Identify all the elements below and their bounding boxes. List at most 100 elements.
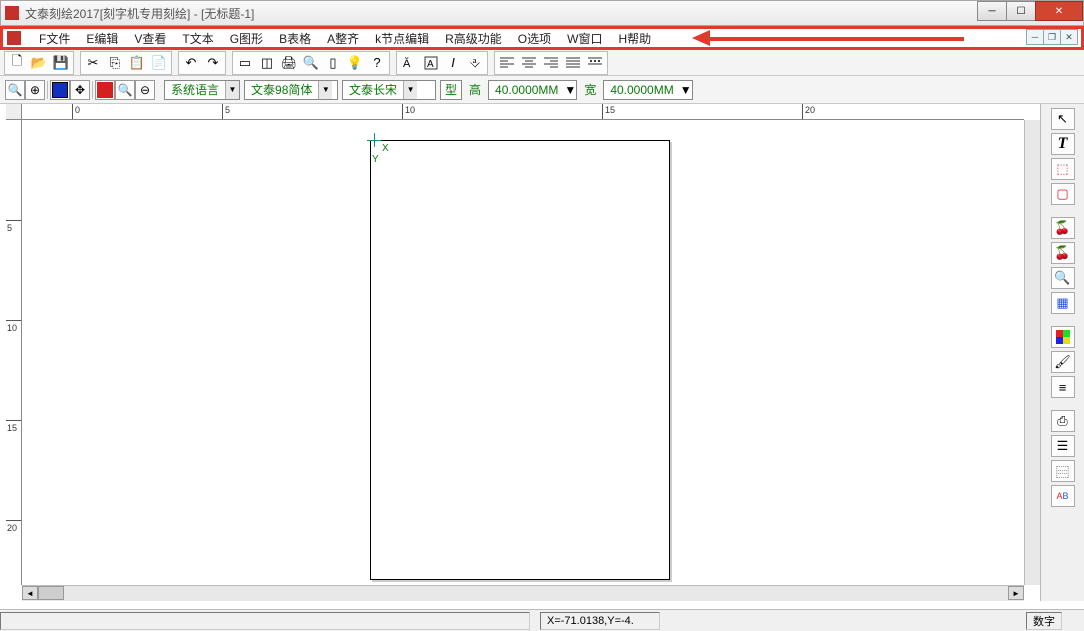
save-button[interactable]: 💾 — [50, 53, 72, 73]
misc1-tool[interactable]: ⎙ — [1051, 410, 1075, 432]
shape-tool[interactable]: ⬚ — [1051, 158, 1075, 180]
svg-text:A: A — [427, 59, 434, 70]
ab-tool[interactable]: AB — [1051, 485, 1075, 507]
tool-a-button[interactable]: ▭ — [234, 53, 256, 73]
height-label: 高 — [466, 81, 484, 98]
align-right-button[interactable] — [540, 53, 562, 73]
menu-align[interactable]: A整齐 — [319, 28, 367, 49]
zoom-fit-button[interactable]: 🔍 — [5, 80, 25, 100]
cut-button[interactable]: ✂ — [82, 53, 104, 73]
tool-c-button[interactable]: ▯ — [322, 53, 344, 73]
ruler-horizontal[interactable]: 0 5 10 15 20 — [22, 104, 1024, 120]
menu-advanced[interactable]: R高级功能 — [437, 28, 510, 49]
menu-file[interactable]: F文件 — [31, 28, 78, 49]
svg-text:Ă: Ă — [403, 57, 411, 70]
language-combo[interactable]: 系统语言 ▼ — [164, 80, 240, 100]
pointer-tool[interactable]: ↖ — [1051, 108, 1075, 130]
italic-button[interactable]: I — [442, 53, 464, 73]
grid-tool[interactable]: ▦ — [1051, 292, 1075, 314]
menu-help[interactable]: H帮助 — [610, 28, 659, 49]
height-input[interactable]: 40.0000MM ▼ — [488, 80, 577, 100]
zoom-actual-button[interactable]: 🔍 — [115, 80, 135, 100]
cherry-tool[interactable]: 🍒 — [1051, 217, 1075, 239]
width-label: 宽 — [581, 81, 599, 98]
text-tool[interactable]: T — [1051, 133, 1075, 155]
menu-graphics[interactable]: G图形 — [222, 28, 271, 49]
find-tool[interactable]: 🔍 — [1051, 267, 1075, 289]
lines-tool[interactable]: ≡ — [1051, 376, 1075, 398]
maximize-button[interactable]: ☐ — [1006, 1, 1036, 21]
misc3-tool[interactable]: ⿳ — [1051, 460, 1075, 482]
copy-button[interactable]: ⎘ — [104, 53, 126, 73]
workspace: 0 5 10 15 20 5 10 15 20 X Y ◄ ► — [0, 104, 1040, 601]
origin-marker-v — [374, 133, 375, 147]
lightbulb-button[interactable]: 💡 — [344, 53, 366, 73]
main-toolbar: 🗋 📂 💾 ✂ ⎘ 📋 📄 ↶ ↷ ▭ ◫ 🖨 🔍 ▯ 💡 ? Ă A I ⎀ — [0, 50, 1084, 76]
align-left-button[interactable] — [496, 53, 518, 73]
scrollbar-vertical[interactable] — [1024, 120, 1040, 585]
menu-node[interactable]: k节点编辑 — [367, 28, 437, 49]
dropdown-icon[interactable]: ▼ — [564, 83, 576, 97]
font-family-combo[interactable]: 文泰98简体 ▼ — [244, 80, 338, 100]
scroll-thumb[interactable] — [38, 586, 64, 600]
preview-button[interactable]: 🔍 — [300, 53, 322, 73]
window-controls: ─ ☐ ✕ — [978, 1, 1083, 21]
rect-tool[interactable]: ▢ — [1051, 183, 1075, 205]
menu-text[interactable]: T文本 — [174, 28, 221, 49]
color-grid-tool[interactable] — [1051, 326, 1075, 348]
align-center-button[interactable] — [518, 53, 540, 73]
status-coordinates: X=-71.0138,Y=-4. — [540, 612, 660, 630]
text-fx3-button[interactable]: ⎀ — [464, 53, 486, 73]
cherry2-tool[interactable]: 🍒 — [1051, 242, 1075, 264]
window-titlebar: 文泰刻绘2017[刻字机专用刻绘] - [无标题-1] ─ ☐ ✕ — [0, 0, 1084, 26]
canvas[interactable]: X Y — [22, 120, 1024, 585]
text-fx2-button[interactable]: A — [420, 53, 442, 73]
origin-y-label: Y — [372, 154, 379, 165]
misc2-tool[interactable]: ☰ — [1051, 435, 1075, 457]
brush-tool[interactable]: 🖌 — [1051, 351, 1075, 373]
page-outline — [370, 140, 670, 580]
scrollbar-horizontal[interactable]: ◄ ► — [22, 585, 1024, 601]
menu-view[interactable]: V查看 — [126, 28, 174, 49]
font-style-value: 文泰长宋 — [343, 81, 403, 98]
paste2-button[interactable]: 📄 — [148, 53, 170, 73]
type-button[interactable]: 型 — [440, 80, 462, 100]
close-button[interactable]: ✕ — [1035, 1, 1083, 21]
menu-edit[interactable]: E编辑 — [78, 28, 126, 49]
text-fx1-button[interactable]: Ă — [398, 53, 420, 73]
tool-b-button[interactable]: ◫ — [256, 53, 278, 73]
ruler-vertical[interactable]: 5 10 15 20 — [6, 120, 22, 585]
dropdown-icon[interactable]: ▼ — [318, 81, 332, 99]
mdi-restore[interactable]: ❐ — [1043, 29, 1061, 45]
undo-button[interactable]: ↶ — [180, 53, 202, 73]
mdi-minimize[interactable]: ─ — [1026, 29, 1044, 45]
scroll-left-button[interactable]: ◄ — [22, 586, 38, 600]
menu-options[interactable]: O选项 — [510, 28, 559, 49]
zoom-out-button[interactable]: ⊖ — [135, 80, 155, 100]
zoom-in-button[interactable]: ⊕ — [25, 80, 45, 100]
menu-window[interactable]: W窗口 — [559, 28, 610, 49]
dropdown-icon[interactable]: ▼ — [403, 81, 417, 99]
dropdown-icon[interactable]: ▼ — [680, 83, 692, 97]
open-button[interactable]: 📂 — [28, 53, 50, 73]
color-blue-button[interactable] — [50, 80, 70, 100]
move-button[interactable]: ✥ — [70, 80, 90, 100]
minimize-button[interactable]: ─ — [977, 1, 1007, 21]
redo-button[interactable]: ↷ — [202, 53, 224, 73]
align-dist-button[interactable] — [584, 53, 606, 73]
color-red-button[interactable] — [95, 80, 115, 100]
menu-table[interactable]: B表格 — [271, 28, 319, 49]
status-numlock: 数字 — [1026, 612, 1062, 630]
help-button[interactable]: ? — [366, 53, 388, 73]
font-style-combo[interactable]: 文泰长宋 ▼ — [342, 80, 436, 100]
align-justify-button[interactable] — [562, 53, 584, 73]
scroll-right-button[interactable]: ► — [1008, 586, 1024, 600]
font-toolbar: 🔍 ⊕ ✥ 🔍 ⊖ 系统语言 ▼ 文泰98简体 ▼ 文泰长宋 ▼ 型 高 40.… — [0, 76, 1084, 104]
paste-button[interactable]: 📋 — [126, 53, 148, 73]
print-button[interactable]: 🖨 — [278, 53, 300, 73]
mdi-close[interactable]: ✕ — [1060, 29, 1078, 45]
width-input[interactable]: 40.0000MM ▼ — [603, 80, 692, 100]
dropdown-icon[interactable]: ▼ — [225, 81, 239, 99]
window-title: 文泰刻绘2017[刻字机专用刻绘] - [无标题-1] — [25, 5, 254, 22]
new-button[interactable]: 🗋 — [6, 53, 28, 73]
